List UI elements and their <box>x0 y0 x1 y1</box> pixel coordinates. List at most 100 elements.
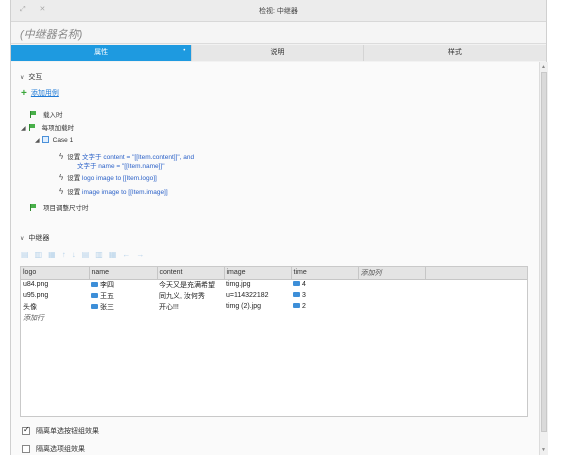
action-detail: image image to [[Item.image]] <box>82 189 168 196</box>
column-header-blank <box>425 267 527 280</box>
action-detail: logo image to [[Item.logo]] <box>82 175 157 182</box>
table-cell[interactable]: 张三 <box>89 301 157 312</box>
move-up-icon[interactable]: ↑ <box>62 250 72 259</box>
image-icon <box>293 292 300 297</box>
action-set-logo[interactable]: ϟ 设置 logo image to [[Item.logo]] <box>59 172 157 182</box>
cell-text: 3 <box>302 292 306 299</box>
table-cell[interactable]: 同九义, 汝何秀 <box>157 290 224 301</box>
lightning-icon: ϟ <box>59 152 64 161</box>
properties-content: ∨ 交互 + 添加用例 载入时 ◢ 每项加载时 ◢ Case 1 ϟ 设置 文字于 con… <box>11 62 539 455</box>
add-column-cell[interactable]: 添加列 <box>358 267 426 280</box>
repeater-grid: logo name content image time 添加列 u84.png… <box>20 266 528 417</box>
action-set-image[interactable]: ϟ 设置 image image to [[Item.image]] <box>59 186 168 196</box>
table-cell[interactable]: 4 <box>291 279 358 290</box>
event-label: 项目调整尺寸时 <box>43 205 89 212</box>
isolate-radio-option[interactable]: 隔离单选按钮组效果 <box>22 425 99 436</box>
table-cell[interactable]: u95.png <box>21 290 89 301</box>
scroll-down-icon[interactable]: ▼ <box>541 447 546 453</box>
table-cell[interactable]: 今天又是充满希望 <box>157 279 224 290</box>
column-header-content[interactable]: content <box>157 267 225 280</box>
tab-notes[interactable]: 说明 <box>192 45 364 61</box>
table-cell[interactable]: u84.png <box>21 279 89 290</box>
move-left-icon[interactable]: ← <box>122 250 136 259</box>
table-cell[interactable]: 李四 <box>89 279 157 290</box>
cell-text: 张三 <box>100 303 114 311</box>
isolate-group-option[interactable]: 隔离选项组效果 <box>22 444 85 454</box>
event-label: 每项加载时 <box>41 125 75 132</box>
add-case-row: + 添加用例 <box>21 88 59 99</box>
lightning-icon: ϟ <box>59 187 64 196</box>
expand-triangle-icon: ◢ <box>21 126 26 132</box>
event-onitemresize[interactable]: 项目调整尺寸时 <box>29 202 89 212</box>
cell-text: 李四 <box>100 281 114 289</box>
expand-triangle-icon: ◢ <box>35 138 40 144</box>
column-header-name[interactable]: name <box>89 267 158 280</box>
tab-label: 属性 <box>94 49 109 56</box>
isolate-group-checkbox[interactable] <box>22 445 30 453</box>
column-header-logo[interactable]: logo <box>21 267 90 280</box>
case-label: Case 1 <box>52 137 74 144</box>
inspector-panel: ⤢ ✕ 检视: 中继器 (中继器名称) 属性 • 说明 样式 ∨ 交互 + 添加用例… <box>10 0 548 455</box>
table-cell[interactable]: 王五 <box>89 290 157 301</box>
table-row: u84.png 李四 今天又是充满希望 timg.jpg 4 <box>21 279 527 290</box>
window-title: 检视: 中继器 <box>259 8 298 15</box>
scrollbar-thumb[interactable] <box>541 72 547 432</box>
cell-text: 4 <box>302 281 306 289</box>
table-cell <box>358 290 425 301</box>
scroll-up-icon[interactable]: ▲ <box>541 64 546 70</box>
insert-row-icon[interactable]: ▤ <box>21 250 35 259</box>
table-cell[interactable]: 2 <box>291 301 358 312</box>
case-1[interactable]: ◢ Case 1 <box>35 136 73 144</box>
event-flag-icon <box>29 111 37 118</box>
action-detail: 文字于 name = "[[Item.name]]" <box>77 163 165 170</box>
image-icon <box>293 281 300 287</box>
add-row-cell[interactable]: 添加行 <box>21 312 89 323</box>
tab-properties[interactable]: 属性 • <box>11 45 193 61</box>
add-row: 添加行 <box>21 312 527 323</box>
tab-dot-icon: • <box>183 48 186 54</box>
image-icon <box>293 303 300 308</box>
table-cell[interactable]: 头像 <box>21 301 89 312</box>
tab-label: 样式 <box>447 49 462 56</box>
interaction-section-header[interactable]: ∨ 交互 <box>20 72 42 82</box>
case-icon <box>41 136 49 143</box>
event-onload[interactable]: 载入时 <box>29 109 63 119</box>
tab-style[interactable]: 样式 <box>363 45 546 61</box>
column-header-image[interactable]: image <box>224 267 292 280</box>
table-row: 头像 张三 开心!!! timg (2).jpg 2 <box>21 301 527 312</box>
insert-col-left-icon[interactable]: ▤ <box>82 250 96 259</box>
repeater-toolbar: ▤▥▦↑↓▤▥▦←→ <box>21 250 150 259</box>
table-cell[interactable]: timg (2).jpg <box>224 301 291 312</box>
add-case-link[interactable]: 添加用例 <box>31 90 59 97</box>
table-cell <box>358 279 425 290</box>
vertical-scrollbar[interactable]: ▲ ▼ <box>539 62 548 455</box>
tab-bar: 属性 • 说明 样式 <box>11 45 546 61</box>
delete-col-icon[interactable]: ▦ <box>109 250 123 259</box>
repeater-section-header[interactable]: ∨ 中继器 <box>20 233 49 243</box>
section-title: 中继器 <box>28 235 50 242</box>
cell-text: 2 <box>302 303 306 310</box>
image-icon <box>91 281 98 287</box>
event-label: 载入时 <box>43 112 63 119</box>
insert-col-icon[interactable]: ▥ <box>35 250 49 259</box>
isolate-radio-checkbox[interactable] <box>22 425 30 435</box>
delete-row-icon[interactable]: ▦ <box>48 250 62 259</box>
plus-icon: + <box>21 88 27 99</box>
chevron-down-icon: ∨ <box>20 75 25 81</box>
table-cell[interactable]: 开心!!! <box>157 301 224 312</box>
table-cell <box>425 301 527 312</box>
event-onitemload[interactable]: ◢ 每项加载时 <box>21 122 74 132</box>
section-title: 交互 <box>28 74 43 81</box>
table-cell[interactable]: 3 <box>291 290 358 301</box>
grid-header-row: logo name content image time 添加列 <box>21 267 527 280</box>
move-right-icon[interactable]: → <box>136 250 150 259</box>
option-label: 隔离单选按钮组效果 <box>36 428 99 435</box>
insert-col-right-icon[interactable]: ▥ <box>95 250 109 259</box>
move-down-icon[interactable]: ↓ <box>72 250 82 259</box>
column-header-time[interactable]: time <box>291 267 359 280</box>
table-cell[interactable]: timg.jpg <box>224 279 291 290</box>
table-cell[interactable]: u=114322182 <box>224 290 291 301</box>
action-verb: 设置 <box>67 189 81 196</box>
widget-name-field[interactable]: (中继器名称) <box>20 26 82 42</box>
action-set-text-continued: 文字于 name = "[[Item.name]]" <box>77 160 165 170</box>
